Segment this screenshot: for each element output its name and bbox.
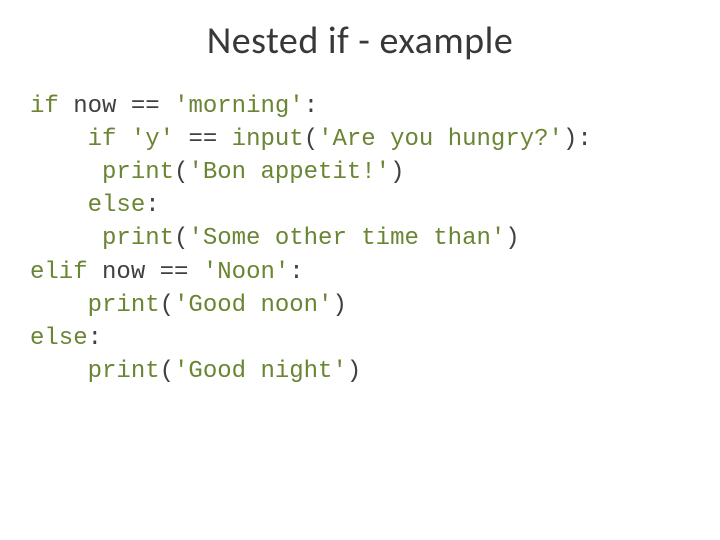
paren: )	[332, 292, 346, 319]
function-print: print	[88, 292, 160, 319]
paren: (	[304, 126, 318, 153]
paren: )	[390, 159, 404, 186]
identifier: now	[73, 93, 116, 120]
operator: ==	[160, 259, 189, 286]
function-print: print	[102, 159, 174, 186]
function-print: print	[88, 358, 160, 385]
paren: (	[174, 159, 188, 186]
identifier: now	[102, 259, 145, 286]
colon: :	[145, 192, 159, 219]
slide-title: Nested if - example	[30, 18, 690, 64]
string-literal: 'Some other time than'	[188, 225, 505, 252]
paren: )	[505, 225, 519, 252]
keyword-if: if	[88, 126, 117, 153]
colon: :	[88, 325, 102, 352]
paren: )	[347, 358, 361, 385]
function-print: print	[102, 225, 174, 252]
string-literal: 'y'	[131, 126, 174, 153]
string-literal: 'morning'	[174, 93, 304, 120]
function-input: input	[232, 126, 304, 153]
string-literal: 'Are you hungry?'	[318, 126, 563, 153]
slide: Nested if - example if now == 'morning':…	[0, 0, 720, 540]
string-literal: 'Good noon'	[174, 292, 332, 319]
keyword-else: else	[30, 325, 88, 352]
paren: )	[563, 126, 577, 153]
keyword-elif: elif	[30, 259, 88, 286]
string-literal: 'Good night'	[174, 358, 347, 385]
paren: (	[160, 358, 174, 385]
keyword-if: if	[30, 93, 59, 120]
colon: :	[304, 93, 318, 120]
string-literal: 'Bon appetit!'	[188, 159, 390, 186]
code-block: if now == 'morning': if 'y' == input('Ar…	[30, 90, 690, 388]
string-literal: 'Noon'	[203, 259, 289, 286]
operator: ==	[188, 126, 217, 153]
paren: (	[160, 292, 174, 319]
keyword-else: else	[88, 192, 146, 219]
colon: :	[289, 259, 303, 286]
operator: ==	[131, 93, 160, 120]
paren: (	[174, 225, 188, 252]
colon: :	[577, 126, 591, 153]
